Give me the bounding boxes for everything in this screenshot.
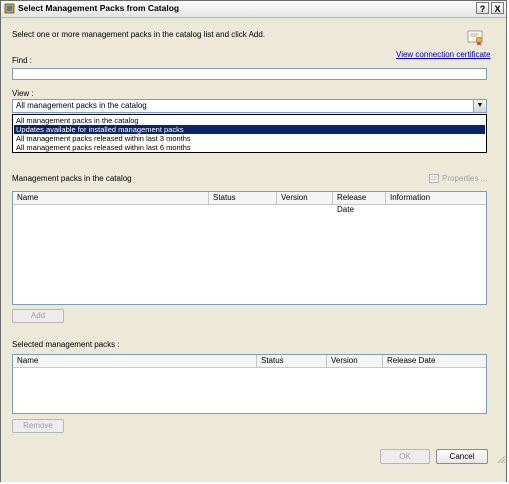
certificate-icon	[467, 30, 483, 46]
view-option-6-months[interactable]: All management packs released within las…	[14, 143, 485, 152]
title-bar[interactable]: Select Management Packs from Catalog ? X	[1, 1, 506, 18]
selected-col-name[interactable]: Name	[13, 355, 257, 368]
catalog-list[interactable]: Name Status Version Release Date Informa…	[12, 191, 487, 305]
view-option-updates[interactable]: Updates available for installed manageme…	[14, 125, 485, 134]
close-button[interactable]: X	[491, 2, 504, 14]
chevron-down-icon[interactable]: ▼	[473, 100, 486, 112]
selected-col-release-date[interactable]: Release Date	[383, 355, 486, 368]
properties-button[interactable]: Properties ...	[442, 174, 487, 183]
view-label: View :	[12, 89, 34, 98]
find-label: Find :	[12, 56, 33, 65]
selected-label: Selected management packs :	[12, 340, 120, 349]
view-option-all[interactable]: All management packs in the catalog	[14, 116, 485, 125]
find-input[interactable]	[12, 68, 487, 80]
resize-grip-icon[interactable]	[496, 454, 506, 464]
selected-col-status[interactable]: Status	[257, 355, 327, 368]
app-icon	[4, 3, 15, 14]
instruction-text: Select one or more management packs in t…	[12, 30, 266, 39]
properties-icon	[429, 174, 439, 183]
catalog-col-status[interactable]: Status	[209, 192, 277, 205]
dialog-content: Select one or more management packs in t…	[1, 18, 506, 482]
view-dropdown-list: All management packs in the catalog Upda…	[12, 114, 487, 153]
help-button[interactable]: ?	[476, 2, 489, 14]
view-option-3-months[interactable]: All management packs released within las…	[14, 134, 485, 143]
view-certificate-link[interactable]: View connection certificate	[396, 50, 491, 59]
view-select[interactable]: All management packs in the catalog ▼	[12, 99, 487, 113]
catalog-col-name[interactable]: Name	[13, 192, 209, 205]
view-select-value: All management packs in the catalog	[16, 101, 147, 110]
remove-button[interactable]: Remove	[12, 419, 64, 433]
ok-button[interactable]: OK	[380, 449, 430, 464]
catalog-label: Management packs in the catalog	[12, 174, 132, 183]
cancel-button[interactable]: Cancel	[436, 449, 488, 464]
selected-col-version[interactable]: Version	[327, 355, 383, 368]
catalog-col-release-date[interactable]: Release Date	[333, 192, 386, 214]
dialog-window: Select Management Packs from Catalog ? X…	[0, 0, 507, 482]
add-button[interactable]: Add	[12, 309, 64, 323]
window-title: Select Management Packs from Catalog	[18, 3, 180, 13]
catalog-col-information[interactable]: Information	[386, 192, 486, 205]
catalog-col-version[interactable]: Version	[277, 192, 333, 205]
selected-list[interactable]: Name Status Version Release Date	[12, 354, 487, 414]
